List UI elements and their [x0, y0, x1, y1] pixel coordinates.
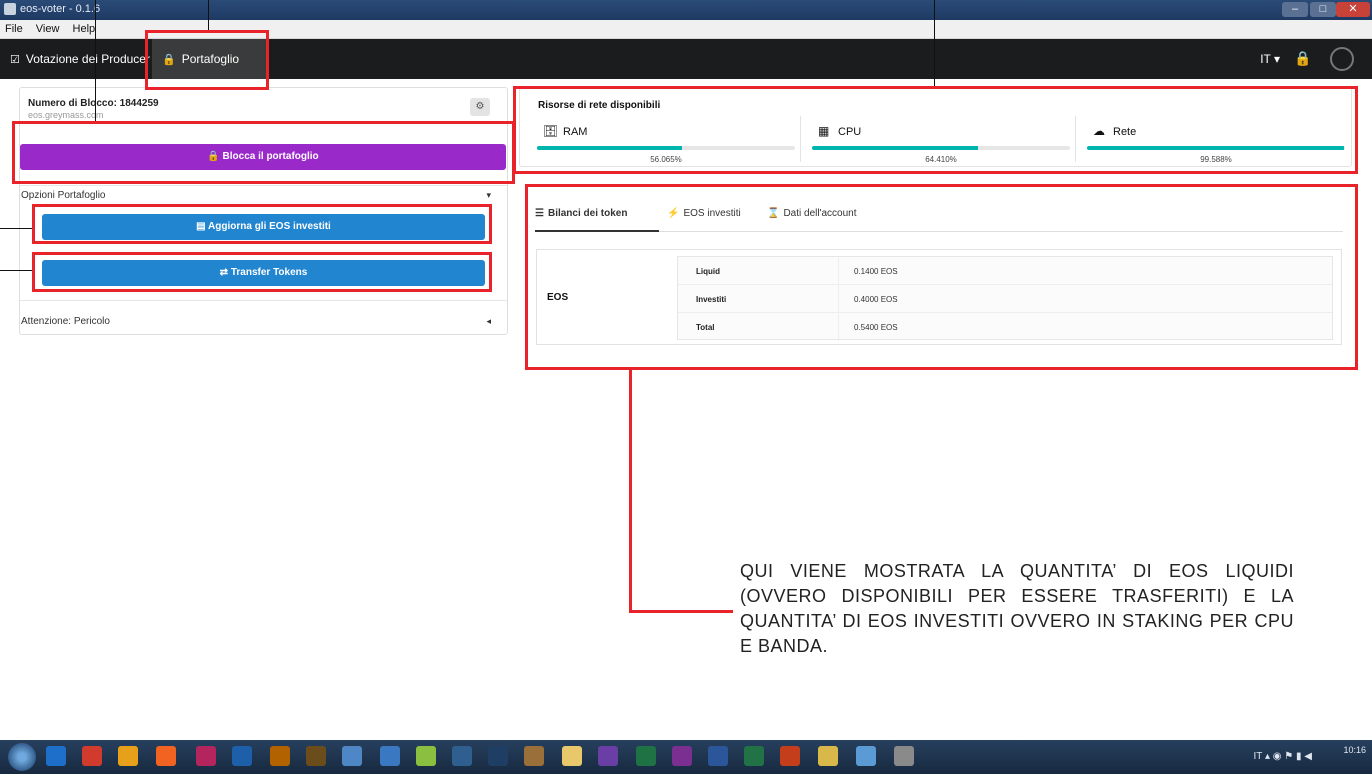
maximize-button[interactable]: □ — [1310, 2, 1336, 17]
app-icon[interactable] — [894, 746, 914, 766]
indesign-icon[interactable] — [196, 746, 216, 766]
clock[interactable]: 10:16 — [1343, 744, 1366, 756]
window-title: eos-voter - 0.1.6 — [20, 3, 101, 15]
system-tray: IT ▴ ◉ ⚑ ▮ ◀ — [1253, 751, 1312, 762]
project-icon[interactable] — [744, 746, 764, 766]
highlight-lock-button — [12, 121, 515, 184]
language-dropdown[interactable]: IT ▾ — [1260, 39, 1280, 79]
app-icon[interactable] — [342, 746, 362, 766]
bridge-icon[interactable] — [306, 746, 326, 766]
minimize-button[interactable]: – — [1282, 2, 1308, 17]
powerpoint-icon[interactable] — [780, 746, 800, 766]
taskbar: IT ▴ ◉ ⚑ ▮ ◀ 10:16 — [0, 740, 1372, 774]
illustrator-icon[interactable] — [270, 746, 290, 766]
outlook-icon[interactable] — [46, 746, 66, 766]
visual-studio-icon[interactable] — [598, 746, 618, 766]
close-window-button[interactable]: ✕ — [1336, 2, 1370, 17]
screenshot-root: eos-voter - 0.1.6 – □ ✕ File View Help ☑… — [0, 0, 1372, 774]
leader-line — [629, 610, 733, 613]
app-icon[interactable] — [524, 746, 544, 766]
language-label: IT — [1260, 52, 1271, 66]
network-status-icon — [1330, 47, 1354, 71]
onenote-icon[interactable] — [672, 746, 692, 766]
tray-language[interactable]: IT — [1253, 751, 1262, 762]
app-icon[interactable] — [488, 746, 508, 766]
window-titlebar: eos-voter - 0.1.6 – □ ✕ — [0, 0, 1372, 20]
notes-icon[interactable] — [380, 746, 400, 766]
menu-view[interactable]: View — [31, 20, 65, 38]
wallet-options-label: Opzioni Portafoglio — [21, 190, 106, 201]
divider — [20, 185, 507, 186]
leader-line — [95, 0, 96, 121]
chrome-icon[interactable] — [118, 746, 138, 766]
highlight-wallet-tab — [145, 30, 269, 90]
danger-label: Attenzione: Pericolo — [21, 316, 110, 327]
wallet-options-header[interactable]: Opzioni Portafoglio — [20, 190, 106, 201]
settings-button[interactable]: ⚙ — [470, 98, 490, 116]
caret-down-icon[interactable]: ▾ — [486, 190, 491, 201]
acrobat-icon[interactable] — [82, 746, 102, 766]
leader-line — [934, 0, 935, 86]
app-icon — [4, 3, 16, 15]
excel-icon[interactable] — [636, 746, 656, 766]
folder-icon[interactable] — [562, 746, 582, 766]
danger-header[interactable]: Attenzione: Pericolo — [20, 316, 110, 327]
leader-line — [0, 270, 32, 271]
highlight-resources — [513, 86, 1358, 174]
app-icon[interactable] — [452, 746, 472, 766]
app-icon[interactable] — [818, 746, 838, 766]
leader-line — [629, 370, 632, 613]
divider — [20, 300, 507, 301]
checkbox-icon: ☑ — [10, 54, 20, 66]
gear-icon: ⚙ — [475, 101, 485, 112]
highlight-transfer — [32, 252, 492, 292]
annotation-text: QUI VIENE MOSTRATA LA QUANTITA’ DI EOS L… — [740, 561, 1294, 656]
tab-producer-voting[interactable]: ☑ Votazione dei Producer — [0, 39, 160, 79]
wallet-lock-icon[interactable]: 🔒 — [1294, 50, 1311, 66]
brave-icon[interactable] — [156, 746, 176, 766]
app-icon[interactable] — [856, 746, 876, 766]
highlight-balances — [525, 184, 1358, 370]
app-icon[interactable] — [416, 746, 436, 766]
server-host: eos.greymass.com — [28, 110, 104, 120]
block-number: Numero di Blocco: 1844259 — [28, 98, 159, 109]
photoshop-icon[interactable] — [232, 746, 252, 766]
start-button[interactable] — [8, 743, 36, 771]
leader-line — [208, 0, 209, 30]
leader-line — [0, 228, 32, 229]
tab-producer-voting-label: Votazione dei Producer — [25, 52, 150, 66]
highlight-update-stake — [32, 204, 492, 244]
menu-file[interactable]: File — [0, 20, 28, 38]
caret-left-icon[interactable]: ◂ — [486, 316, 491, 327]
word-icon[interactable] — [708, 746, 728, 766]
